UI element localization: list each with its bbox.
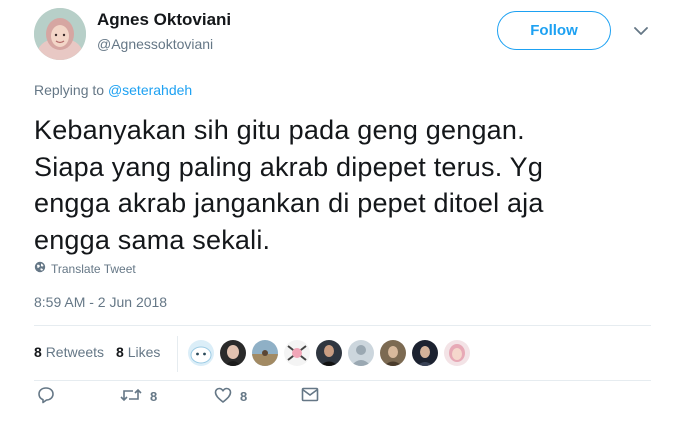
likes-label: Likes (127, 344, 161, 360)
reply-icon (37, 386, 55, 407)
liker-avatar[interactable] (444, 340, 470, 366)
heart-icon (214, 387, 232, 406)
avatar-image (34, 8, 86, 60)
follow-button[interactable]: Follow (497, 11, 611, 50)
author-name[interactable]: Agnes Oktoviani (97, 10, 231, 30)
retweet-icon (120, 387, 142, 406)
liker-avatar[interactable] (380, 340, 406, 366)
divider (34, 380, 651, 381)
direct-message-button[interactable] (301, 387, 319, 405)
retweets-count: 8 (34, 344, 42, 360)
tweet-text: Kebanyakan sih gitu pada geng gengan. Si… (34, 112, 634, 258)
liker-avatar[interactable] (348, 340, 374, 366)
liker-avatar[interactable] (316, 340, 342, 366)
author-handle[interactable]: @Agnessoktoviani (97, 36, 213, 52)
stats-separator (177, 336, 178, 372)
reply-button[interactable] (37, 386, 55, 407)
likes-stat[interactable]: 8 Likes (116, 344, 160, 360)
liker-avatar[interactable] (252, 340, 278, 366)
replying-to-link[interactable]: @seterahdeh (108, 82, 192, 98)
tweet-line: Kebanyakan sih gitu pada geng gengan. (34, 115, 525, 145)
liker-avatar[interactable] (284, 340, 310, 366)
liker-avatar[interactable] (412, 340, 438, 366)
divider (34, 325, 651, 326)
replying-prefix: Replying to (34, 82, 105, 98)
retweets-label: Retweets (45, 344, 105, 360)
tweet-timestamp[interactable]: 8:59 AM - 2 Jun 2018 (34, 294, 167, 310)
translate-label: Translate Tweet (51, 261, 136, 276)
tweet-line: engga akrab jangankan di pepet ditoel aj… (34, 188, 544, 218)
tweet-stats: 8 Retweets 8 Likes (34, 344, 160, 360)
replying-to: Replying to @seterahdeh (34, 82, 192, 98)
envelope-icon (301, 387, 319, 405)
translate-tweet-link[interactable]: Translate Tweet (34, 261, 136, 276)
retweet-button[interactable]: 8 (120, 387, 157, 406)
author-avatar[interactable] (34, 8, 86, 60)
liker-avatars (188, 340, 470, 366)
chevron-down-icon[interactable] (633, 24, 649, 38)
liker-avatar[interactable] (220, 340, 246, 366)
globe-icon (34, 261, 46, 276)
liker-avatar[interactable] (188, 340, 214, 366)
like-count: 8 (240, 388, 248, 404)
likes-count: 8 (116, 344, 124, 360)
retweet-count: 8 (150, 388, 158, 404)
tweet-line: engga sama sekali. (34, 224, 271, 255)
retweets-stat[interactable]: 8 Retweets (34, 344, 104, 360)
like-button[interactable]: 8 (214, 387, 247, 406)
tweet-line: Siapa yang paling akrab dipepet terus. Y… (34, 151, 544, 182)
